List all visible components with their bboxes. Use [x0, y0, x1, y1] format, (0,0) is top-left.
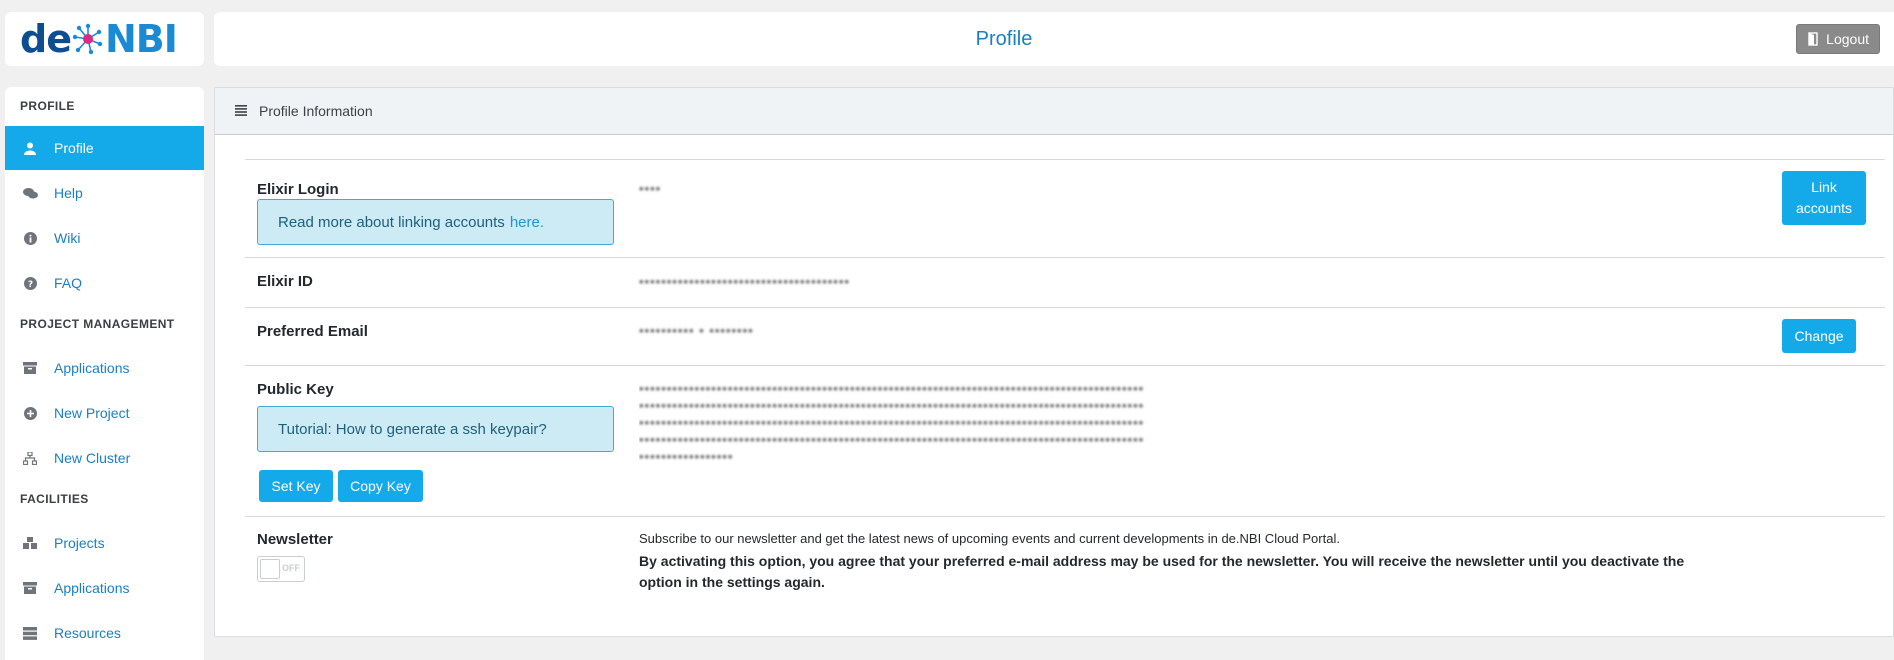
- elixir-id-label: Elixir ID: [257, 273, 313, 290]
- change-email-button[interactable]: Change: [1782, 319, 1856, 353]
- logout-button[interactable]: Logout: [1796, 24, 1880, 54]
- door-open-icon: [1808, 32, 1818, 46]
- sidebar-item-label: Applications: [54, 360, 130, 376]
- linking-info-link[interactable]: here.: [510, 214, 544, 231]
- linking-info-text: Read more about linking accounts: [278, 213, 505, 231]
- user-icon: [22, 140, 38, 156]
- card-header: Profile Information: [215, 88, 1893, 135]
- public-key-line: ••••••••••••••••••••••••••••••••••••••••…: [639, 415, 1145, 430]
- sidebar-item-new-cluster[interactable]: New Cluster: [5, 436, 204, 480]
- sidebar-item-wiki[interactable]: Wiki: [5, 216, 204, 260]
- top-bar: Profile Logout: [214, 12, 1894, 66]
- logo-text-part2: NBI: [104, 17, 178, 61]
- elixir-login-row: Elixir Login •••• Read more about linkin…: [245, 159, 1885, 257]
- sidebar-heading-profile: PROFILE: [20, 99, 75, 113]
- sidebar: PROFILE Profile Help Wiki ? FAQ PROJECT …: [5, 87, 204, 660]
- comments-icon: [22, 185, 38, 201]
- question-icon: ?: [22, 275, 38, 291]
- sidebar-item-label: Projects: [54, 535, 105, 551]
- sidebar-item-label: Profile: [54, 140, 94, 156]
- sidebar-item-label: Applications: [54, 580, 130, 596]
- svg-text:?: ?: [27, 280, 32, 290]
- elixir-id-value: ••••••••••••••••••••••••••••••••••••••: [639, 274, 850, 289]
- page-title: Profile: [975, 28, 1033, 50]
- public-key-line: ••••••••••••••••••••••••••••••••••••••••…: [639, 398, 1145, 413]
- sidebar-heading-project-management: PROJECT MANAGEMENT: [20, 317, 175, 331]
- sidebar-item-facility-applications[interactable]: Applications: [5, 566, 204, 610]
- profile-card: Profile Information Elixir Login •••• Re…: [214, 87, 1894, 637]
- info-icon: [22, 230, 38, 246]
- logo-text-part1: de: [20, 17, 72, 61]
- link-accounts-button[interactable]: Link accounts: [1782, 171, 1866, 225]
- sidebar-item-label: FAQ: [54, 275, 83, 291]
- public-key-value: ••••••••••••••••••••••••••••••••••••••••…: [639, 380, 1759, 465]
- sidebar-item-resources[interactable]: Resources: [5, 611, 204, 655]
- ssh-tutorial-box[interactable]: Tutorial: How to generate a ssh keypair?: [257, 406, 614, 452]
- sidebar-item-label: New Project: [54, 405, 130, 421]
- sidebar-heading-facilities: FACILITIES: [20, 492, 89, 506]
- sidebar-item-new-project[interactable]: New Project: [5, 391, 204, 435]
- ssh-tutorial-text: Tutorial: How to generate a ssh keypair?: [278, 420, 547, 438]
- sidebar-item-faq[interactable]: ? FAQ: [5, 261, 204, 305]
- copy-key-button[interactable]: Copy Key: [338, 470, 423, 502]
- logo-network-icon: [72, 23, 103, 55]
- logout-label: Logout: [1826, 31, 1869, 47]
- public-key-line: ••••••••••••••••••••••••••••••••••••••••…: [639, 432, 1145, 447]
- list-icon: [235, 103, 247, 119]
- public-key-label: Public Key: [257, 381, 334, 398]
- toggle-knob: [260, 559, 280, 579]
- card-title: Profile Information: [259, 103, 373, 119]
- preferred-email-value: •••••••••• • ••••••••: [639, 323, 754, 338]
- preferred-email-row: Preferred Email •••••••••• • •••••••• Ch…: [245, 307, 1885, 366]
- archive-icon: [22, 580, 38, 596]
- newsletter-row: Newsletter OFF Subscribe to our newslett…: [245, 516, 1885, 617]
- sidebar-item-profile[interactable]: Profile: [5, 126, 204, 170]
- sidebar-item-label: New Cluster: [54, 450, 131, 466]
- public-key-row: Public Key Tutorial: How to generate a s…: [245, 365, 1885, 517]
- newsletter-label: Newsletter: [257, 531, 333, 548]
- newsletter-toggle[interactable]: OFF: [257, 556, 305, 582]
- preferred-email-label: Preferred Email: [257, 323, 368, 340]
- cubes-icon: [22, 535, 38, 551]
- set-key-button[interactable]: Set Key: [259, 470, 333, 502]
- elixir-login-label: Elixir Login: [257, 181, 339, 198]
- linking-info-box: Read more about linking accounts here.: [257, 199, 614, 245]
- newsletter-description: Subscribe to our newsletter and get the …: [639, 531, 1340, 546]
- server-icon: [22, 625, 38, 641]
- public-key-line: ••••••••••••••••••••••••••••••••••••••••…: [639, 381, 1145, 396]
- sidebar-item-help[interactable]: Help: [5, 171, 204, 215]
- archive-icon: [22, 360, 38, 376]
- toggle-state-text: OFF: [282, 563, 300, 573]
- sidebar-item-label: Resources: [54, 625, 121, 641]
- elixir-login-value: ••••: [639, 181, 662, 196]
- sitemap-icon: [22, 450, 38, 466]
- sidebar-item-label: Wiki: [54, 230, 81, 246]
- newsletter-consent: By activating this option, you agree tha…: [639, 553, 1685, 590]
- plus-circle-icon: [22, 405, 38, 421]
- sidebar-item-applications[interactable]: Applications: [5, 346, 204, 390]
- elixir-id-row: Elixir ID ••••••••••••••••••••••••••••••…: [245, 257, 1885, 308]
- logo[interactable]: de NBI: [5, 12, 204, 66]
- public-key-line: •••••••••••••••••: [639, 449, 734, 464]
- sidebar-item-projects[interactable]: Projects: [5, 521, 204, 565]
- sidebar-item-label: Help: [54, 185, 83, 201]
